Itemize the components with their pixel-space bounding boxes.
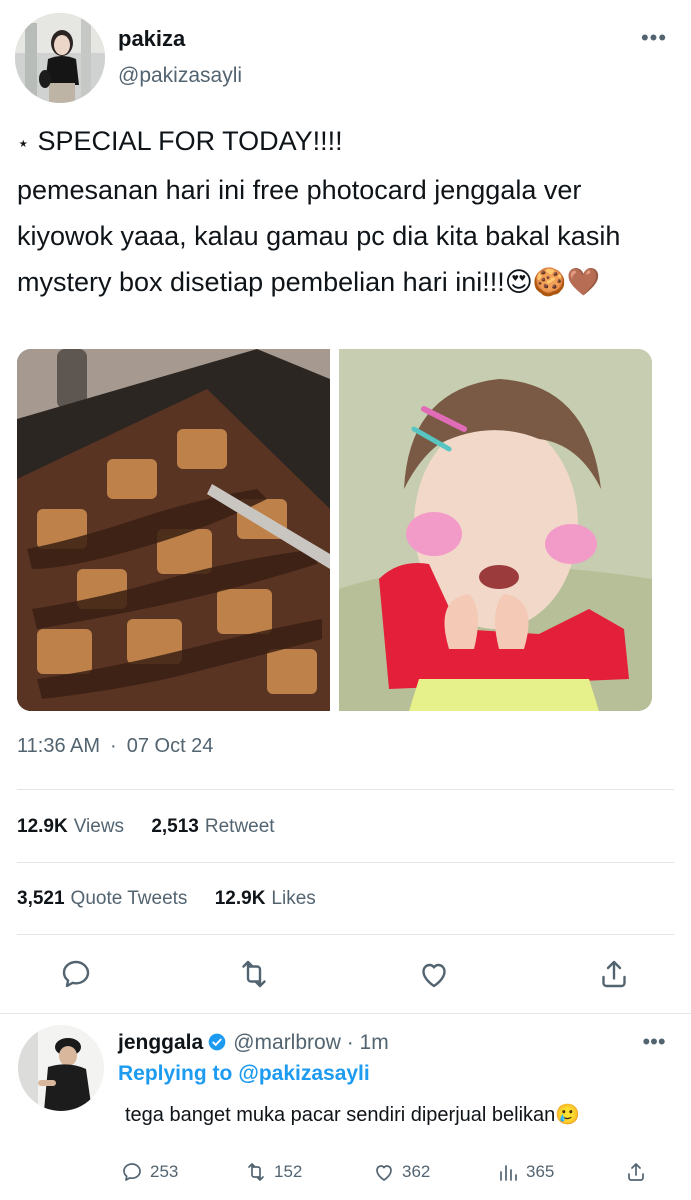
reply-icon	[123, 1163, 141, 1181]
retweets-stat[interactable]: 2,513 Retweet	[151, 816, 274, 837]
photocard-photo	[339, 349, 652, 711]
retweet-icon	[248, 1163, 264, 1181]
reply-author-handle[interactable]: @marlbrow	[233, 1031, 341, 1054]
divider	[17, 934, 674, 935]
tweet-text-line-1: ⋆ SPECIAL FOR TODAY!!!!	[17, 118, 682, 167]
tweet-text-line-2: pemesanan hari ini free photocard jengga…	[17, 175, 582, 205]
replying-to: Replying to @pakizasayli	[118, 1062, 370, 1086]
views-icon	[500, 1165, 517, 1181]
retweet-button[interactable]	[236, 956, 272, 992]
like-icon	[422, 963, 446, 988]
reply-avatar-photo	[18, 1025, 104, 1111]
reply-header: jenggala @marlbrow · 1m	[118, 1031, 389, 1058]
likes-label: Likes	[271, 888, 316, 909]
tweet-time: 11:36 AM	[17, 735, 101, 757]
media-image-brownies[interactable]	[17, 349, 330, 711]
media-image-photocard[interactable]	[339, 349, 652, 711]
likes-stat[interactable]: 12.9K Likes	[215, 888, 316, 909]
main-tweet: pakiza @pakizasayli ••• ⋆ SPECIAL FOR TOD…	[0, 0, 691, 1013]
star-icon: ⋆	[17, 133, 30, 155]
tweet-text-line-4: mystery box disetiap pembelian hari ini!…	[17, 267, 601, 297]
retweet-label: Retweet	[204, 816, 275, 837]
share-icon	[602, 960, 626, 988]
quote-label: Quote Tweets	[70, 888, 188, 909]
more-options-button[interactable]: •••	[638, 27, 670, 52]
author-name[interactable]: pakiza	[118, 26, 185, 52]
tweet-text: ⋆ SPECIAL FOR TODAY!!!! pemesanan hari in…	[17, 118, 682, 305]
thread-separator	[0, 1013, 691, 1014]
share-button[interactable]	[596, 956, 632, 992]
reply-replies-count: 253	[150, 1162, 179, 1181]
reply-icon	[62, 960, 90, 988]
divider	[17, 789, 674, 790]
replying-to-handle[interactable]: @pakizasayli	[238, 1062, 369, 1085]
like-button[interactable]	[416, 956, 452, 992]
separator-dot: ·	[110, 735, 117, 757]
separator-dot: ·	[340, 1031, 360, 1054]
author-avatar[interactable]	[15, 13, 105, 103]
like-icon	[376, 1165, 392, 1181]
stats-row-2: 3,521 Quote Tweets 12.9K Likes	[17, 888, 338, 910]
quote-tweets-stat[interactable]: 3,521 Quote Tweets	[17, 888, 187, 909]
reply-author-name[interactable]: jenggala	[118, 1031, 203, 1054]
reply-retweets-count: 152	[274, 1162, 303, 1181]
reply-reply-button[interactable]: 253	[120, 1158, 178, 1186]
author-avatar-photo	[15, 13, 105, 103]
quote-count: 3,521	[17, 888, 65, 909]
reply-more-options-button[interactable]: •••	[638, 1031, 670, 1056]
reply-retweet-button[interactable]: 152	[244, 1158, 302, 1186]
brownies-photo	[17, 349, 330, 711]
reply-share-button[interactable]	[624, 1158, 654, 1186]
reply-avatar[interactable]	[18, 1025, 104, 1111]
tweet-date: 07 Oct 24	[126, 735, 214, 757]
share-icon	[628, 1163, 644, 1181]
reply-likes-count: 362	[402, 1162, 431, 1181]
views-count: 12.9K	[17, 816, 68, 837]
tweet-timestamp[interactable]: 11:36 AM · 07 Oct 24	[17, 735, 213, 758]
stats-row-1: 12.9K Views 2,513 Retweet	[17, 816, 297, 838]
divider	[17, 862, 674, 863]
reply-views-button[interactable]: 365	[496, 1158, 554, 1186]
tweet-headline: SPECIAL FOR TODAY!!!!	[37, 126, 343, 156]
reply-button[interactable]	[58, 956, 94, 992]
reply-like-button[interactable]: 362	[372, 1158, 430, 1186]
reply-time[interactable]: 1m	[360, 1031, 389, 1054]
tweet-text-line-3: kiyowok yaaa, kalau gamau pc dia kita ba…	[17, 221, 621, 251]
reply-views-count: 365	[526, 1162, 555, 1181]
verified-badge-icon	[207, 1032, 227, 1058]
retweet-count: 2,513	[151, 816, 199, 837]
views-stat[interactable]: 12.9K Views	[17, 816, 124, 837]
likes-count: 12.9K	[214, 888, 266, 909]
retweet-icon	[242, 960, 266, 988]
reply-text: tega banget muka pacar sendiri diperjual…	[125, 1104, 581, 1126]
author-handle[interactable]: @pakizasayli	[118, 64, 242, 88]
replying-to-label: Replying to	[118, 1062, 233, 1085]
views-label: Views	[73, 816, 125, 837]
